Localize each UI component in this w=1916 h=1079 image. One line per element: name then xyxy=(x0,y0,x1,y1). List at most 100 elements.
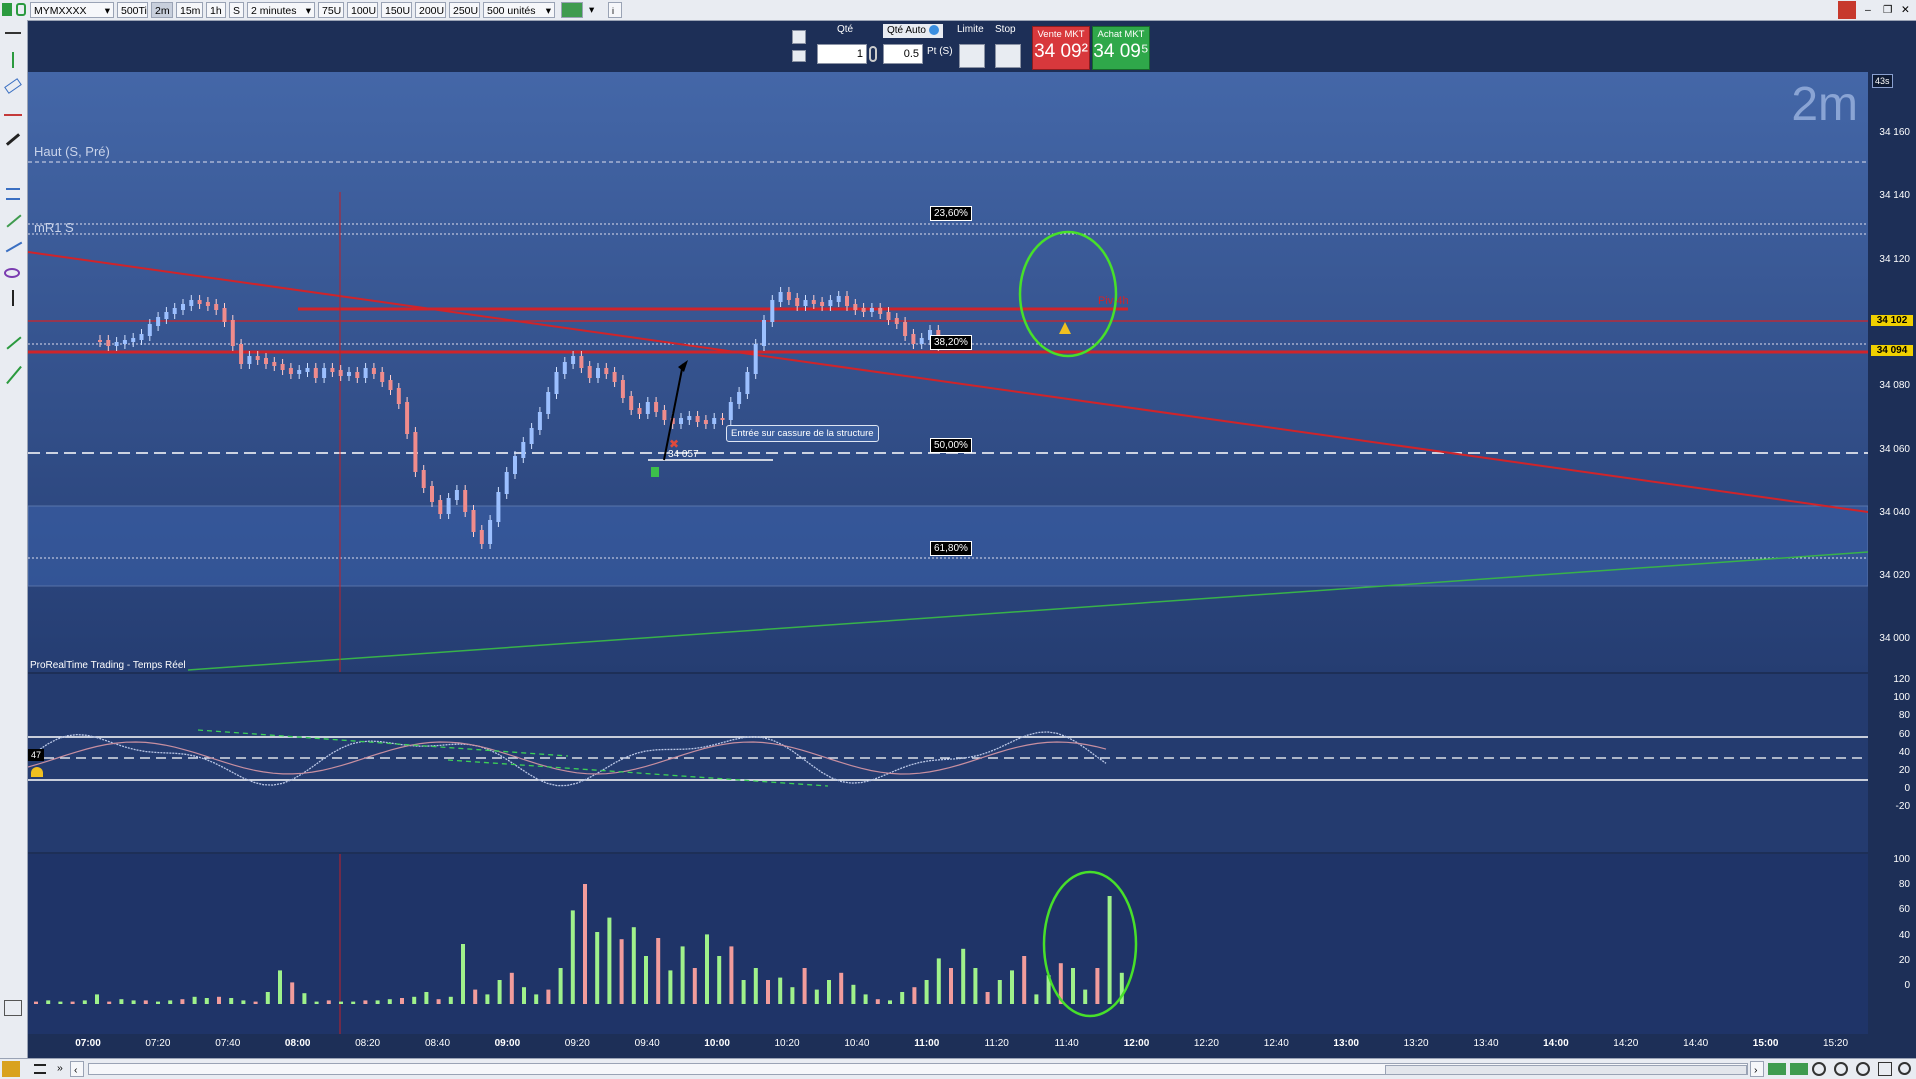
zoom-out-icon[interactable] xyxy=(1834,1062,1848,1076)
volume-bar xyxy=(924,980,929,1004)
unit-150u-button[interactable]: 150U xyxy=(381,2,412,18)
vertical-line-tool-icon[interactable] xyxy=(12,52,14,68)
annotation-box[interactable]: Entrée sur cassure de la structure xyxy=(726,425,879,442)
oscillator-canvas[interactable] xyxy=(28,674,1868,852)
tf-15m-button[interactable]: 15m xyxy=(176,2,203,18)
time-tick-label: 08:20 xyxy=(355,1038,381,1049)
price-chart-canvas[interactable]: 2m Haut (S, Pré) mR1 S Piv 4h ProRealTim… xyxy=(28,72,1868,672)
limit-order-icon[interactable] xyxy=(959,44,985,68)
restore-icon[interactable]: ❐ xyxy=(1880,2,1895,18)
interval-select[interactable]: 2 minutes ▾ xyxy=(247,2,315,18)
candle-body xyxy=(181,304,185,310)
osc-tick-label: 80 xyxy=(1898,710,1910,722)
sell-market-button[interactable]: Vente MKT 34 09² xyxy=(1032,26,1090,70)
time-tick-label: 12:20 xyxy=(1193,1038,1219,1049)
scroll-left-button[interactable]: ‹ xyxy=(70,1061,84,1077)
volume-bar xyxy=(156,1001,160,1004)
volume-bar xyxy=(522,987,526,1004)
tf-1h-button[interactable]: 1h xyxy=(206,2,226,18)
candle-body xyxy=(554,372,559,394)
zoom-left-icon[interactable] xyxy=(1768,1063,1786,1075)
instrument-select[interactable]: MYMXXXX ▾ xyxy=(30,2,114,18)
chevron-down-icon[interactable]: ▾ xyxy=(586,2,597,18)
tf-s-button[interactable]: S xyxy=(229,2,244,18)
oscillator-panel[interactable]: 47 xyxy=(28,674,1868,852)
candle-body xyxy=(488,520,493,544)
timeframe-watermark: 2m xyxy=(1791,78,1858,131)
buy-market-button[interactable]: Achat MKT 34 09⁵ xyxy=(1092,26,1150,70)
time-tick-label: 09:40 xyxy=(634,1038,660,1049)
bar-chart-icon[interactable] xyxy=(2,3,12,16)
time-tick-label: 07:40 xyxy=(215,1038,241,1049)
volume-bar xyxy=(70,1001,75,1004)
horizontal-scrollbar[interactable] xyxy=(88,1063,1748,1075)
order-icon[interactable] xyxy=(1838,1,1856,19)
fib-23-label: 23,60% xyxy=(930,206,972,221)
unit-75u-button[interactable]: 75U xyxy=(318,2,344,18)
volume-bar xyxy=(814,989,819,1004)
candle-body xyxy=(172,308,177,314)
candle-body xyxy=(546,392,551,414)
scroll-right-button[interactable]: › xyxy=(1750,1061,1764,1077)
pencil-tool-icon[interactable] xyxy=(5,133,21,146)
arrow-tool-icon[interactable] xyxy=(6,336,22,350)
close-icon[interactable]: ✕ xyxy=(1898,2,1913,18)
search-icon[interactable] xyxy=(1898,1062,1911,1075)
properties-icon[interactable] xyxy=(4,1000,22,1016)
price-axis[interactable]: 43s 34 16034 14034 12034 10034 08034 060… xyxy=(1868,72,1916,1034)
channel-tool-icon[interactable] xyxy=(5,241,23,253)
volume-canvas[interactable] xyxy=(28,854,1868,1034)
osc-alert-icon[interactable] xyxy=(31,767,43,777)
time-tick-label: 15:00 xyxy=(1752,1038,1779,1049)
info-button[interactable]: i xyxy=(608,2,622,18)
fibonacci-tool-icon[interactable] xyxy=(6,188,20,200)
minimize-icon[interactable]: – xyxy=(1862,2,1874,18)
candle-body xyxy=(828,300,833,306)
trendline-tool-icon[interactable] xyxy=(6,214,22,228)
volume-panel[interactable] xyxy=(28,854,1868,1034)
horizontal-line-tool-icon[interactable] xyxy=(4,114,22,116)
volume-bar xyxy=(424,992,429,1004)
volume-bar xyxy=(778,977,783,1004)
price-chart[interactable]: 2m Haut (S, Pré) mR1 S Piv 4h ProRealTim… xyxy=(28,72,1868,672)
candle-body xyxy=(869,308,874,312)
zoom-right-icon[interactable] xyxy=(1790,1063,1808,1075)
volume-bar xyxy=(631,927,636,1004)
link-icon[interactable] xyxy=(16,3,26,16)
qty-input[interactable]: 1 xyxy=(817,44,867,64)
time-axis[interactable]: 07:00 07:20 07:40 08:00 08:20 08:40 09:00 09:20… xyxy=(28,1034,1868,1058)
unit-200u-button[interactable]: 200U xyxy=(415,2,446,18)
tf-500ti-button[interactable]: 500Ti xyxy=(117,2,148,18)
unit-250u-button[interactable]: 250U xyxy=(449,2,480,18)
zoom-in-icon[interactable] xyxy=(1856,1062,1870,1076)
scrollbar-thumb[interactable] xyxy=(1385,1065,1747,1075)
link-toggle-icon[interactable] xyxy=(869,46,877,62)
indicator-icon[interactable] xyxy=(561,2,583,18)
units-select[interactable]: 500 unités ▾ xyxy=(483,2,555,18)
line-tool-icon[interactable] xyxy=(6,365,22,385)
price-tick-label: 34 020 xyxy=(1879,570,1910,582)
ellipse-tool-icon[interactable] xyxy=(4,268,20,278)
vertical-marker-icon[interactable] xyxy=(12,290,14,306)
ruler-tool-icon[interactable] xyxy=(4,78,22,94)
candle-body xyxy=(239,344,244,364)
fit-icon[interactable] xyxy=(1878,1062,1892,1076)
scroll-left-double-icon[interactable]: » xyxy=(54,1060,66,1076)
tf-2m-button[interactable]: 2m xyxy=(151,2,173,18)
points-input[interactable]: 0.5 xyxy=(883,44,923,64)
zoom-box-icon[interactable] xyxy=(1812,1062,1826,1076)
keyboard-icon[interactable] xyxy=(792,50,806,62)
wrench-icon[interactable] xyxy=(792,30,806,44)
candle-body xyxy=(629,396,634,410)
cursor-tool-icon[interactable] xyxy=(5,32,21,34)
volume-tick-label: 20 xyxy=(1898,954,1910,966)
exit-cross-marker: ✖ xyxy=(669,437,679,451)
qty-auto-label[interactable]: Qté Auto xyxy=(883,24,943,38)
menu-icon[interactable] xyxy=(34,1064,46,1074)
pivot-level-label: Piv 4h xyxy=(1098,295,1129,307)
unit-100u-button[interactable]: 100U xyxy=(347,2,378,18)
price-tick-label: 34 160 xyxy=(1879,127,1910,138)
stop-order-icon[interactable] xyxy=(995,44,1021,68)
volume-bar xyxy=(82,1000,87,1004)
candle-body xyxy=(737,392,742,404)
